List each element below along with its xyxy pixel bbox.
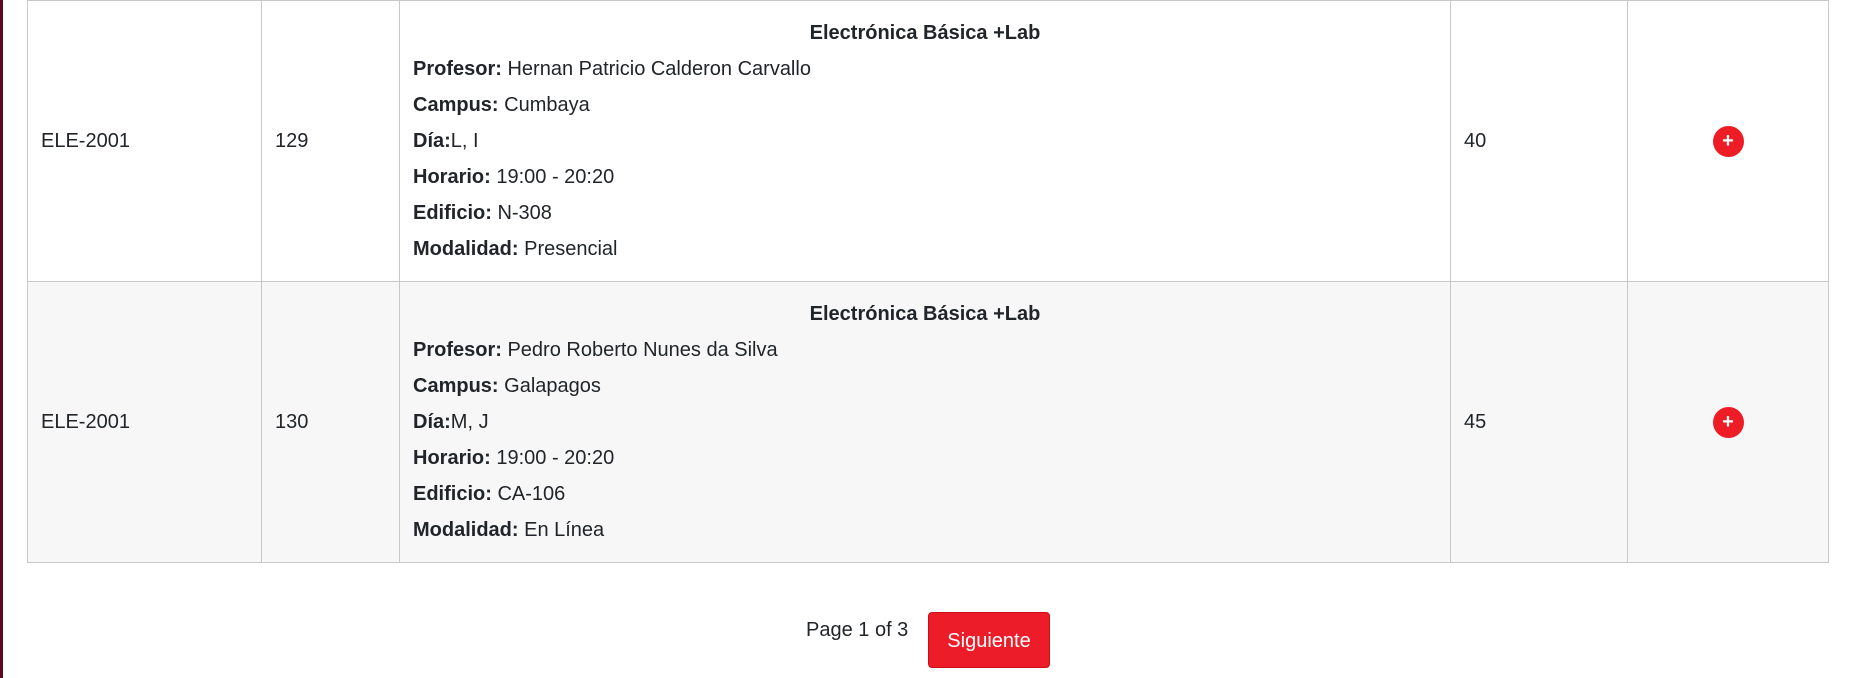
course-code-cell: ELE-2001 (27, 0, 262, 282)
pagination: Page 1 of 3 Siguiente (0, 612, 1851, 670)
next-page-button[interactable]: Siguiente (928, 612, 1050, 668)
modalidad-label: Modalidad: (413, 238, 519, 260)
modalidad-label: Modalidad: (413, 519, 519, 541)
nrc-cell: 130 (261, 281, 400, 563)
course-title: Electrónica Básica +Lab (809, 303, 1041, 325)
cupos-cell: 40 (1450, 0, 1628, 282)
profesor-line: Profesor: Pedro Roberto Nunes da Silva (413, 338, 1437, 362)
course-details-cell: Electrónica Básica +Lab Profesor: Hernan… (399, 0, 1451, 282)
nrc-cell: 129 (261, 0, 400, 282)
dia-line: Día:L, I (413, 129, 1437, 153)
course-title: Electrónica Básica +Lab (809, 22, 1041, 44)
edificio-label: Edificio: (413, 202, 492, 224)
profesor-line: Profesor: Hernan Patricio Calderon Carva… (413, 57, 1437, 81)
campus-label: Campus: (413, 94, 499, 116)
page-indicator: Page 1 of 3 (806, 619, 909, 641)
horario-value: 19:00 - 20:20 (496, 166, 615, 188)
edificio-label: Edificio: (413, 483, 492, 505)
course-details-cell: Electrónica Básica +Lab Profesor: Pedro … (399, 281, 1451, 563)
profesor-label: Profesor: (413, 339, 502, 361)
table-row: ELE-2001 129 Electrónica Básica +Lab Pro… (27, 0, 1829, 282)
left-sidebar-edge (0, 0, 3, 678)
edificio-line: Edificio: N-308 (413, 201, 1437, 225)
course-code-cell: ELE-2001 (27, 281, 262, 563)
course-table-container: ELE-2001 129 Electrónica Básica +Lab Pro… (27, 0, 1829, 563)
action-cell: + (1627, 0, 1829, 282)
horario-label: Horario: (413, 447, 491, 469)
profesor-value: Pedro Roberto Nunes da Silva (507, 339, 778, 361)
horario-label: Horario: (413, 166, 491, 188)
horario-line: Horario: 19:00 - 20:20 (413, 165, 1437, 189)
modalidad-value: En Línea (524, 519, 605, 541)
campus-value: Cumbaya (504, 94, 590, 116)
dia-value: M, J (450, 411, 489, 433)
modalidad-value: Presencial (524, 238, 618, 260)
add-course-button[interactable]: + (1712, 125, 1744, 157)
horario-line: Horario: 19:00 - 20:20 (413, 446, 1437, 470)
dia-value: L, I (450, 130, 479, 152)
dia-label: Día: (413, 411, 451, 433)
modalidad-line: Modalidad: En Línea (413, 518, 1437, 542)
plus-icon: + (1722, 129, 1734, 152)
table-row: ELE-2001 130 Electrónica Básica +Lab Pro… (27, 281, 1829, 563)
cupos-cell: 45 (1450, 281, 1628, 563)
campus-label: Campus: (413, 375, 499, 397)
dia-label: Día: (413, 130, 451, 152)
action-cell: + (1627, 281, 1829, 563)
plus-icon: + (1722, 410, 1734, 433)
modalidad-line: Modalidad: Presencial (413, 237, 1437, 261)
edificio-line: Edificio: CA-106 (413, 482, 1437, 506)
add-course-button[interactable]: + (1712, 406, 1744, 438)
horario-value: 19:00 - 20:20 (496, 447, 615, 469)
profesor-label: Profesor: (413, 58, 502, 80)
course-table: ELE-2001 129 Electrónica Básica +Lab Pro… (27, 0, 1829, 563)
campus-value: Galapagos (504, 375, 601, 397)
edificio-value: N-308 (497, 202, 552, 224)
dia-line: Día:M, J (413, 410, 1437, 434)
campus-line: Campus: Galapagos (413, 374, 1437, 398)
edificio-value: CA-106 (497, 483, 566, 505)
campus-line: Campus: Cumbaya (413, 93, 1437, 117)
profesor-value: Hernan Patricio Calderon Carvallo (507, 58, 811, 80)
